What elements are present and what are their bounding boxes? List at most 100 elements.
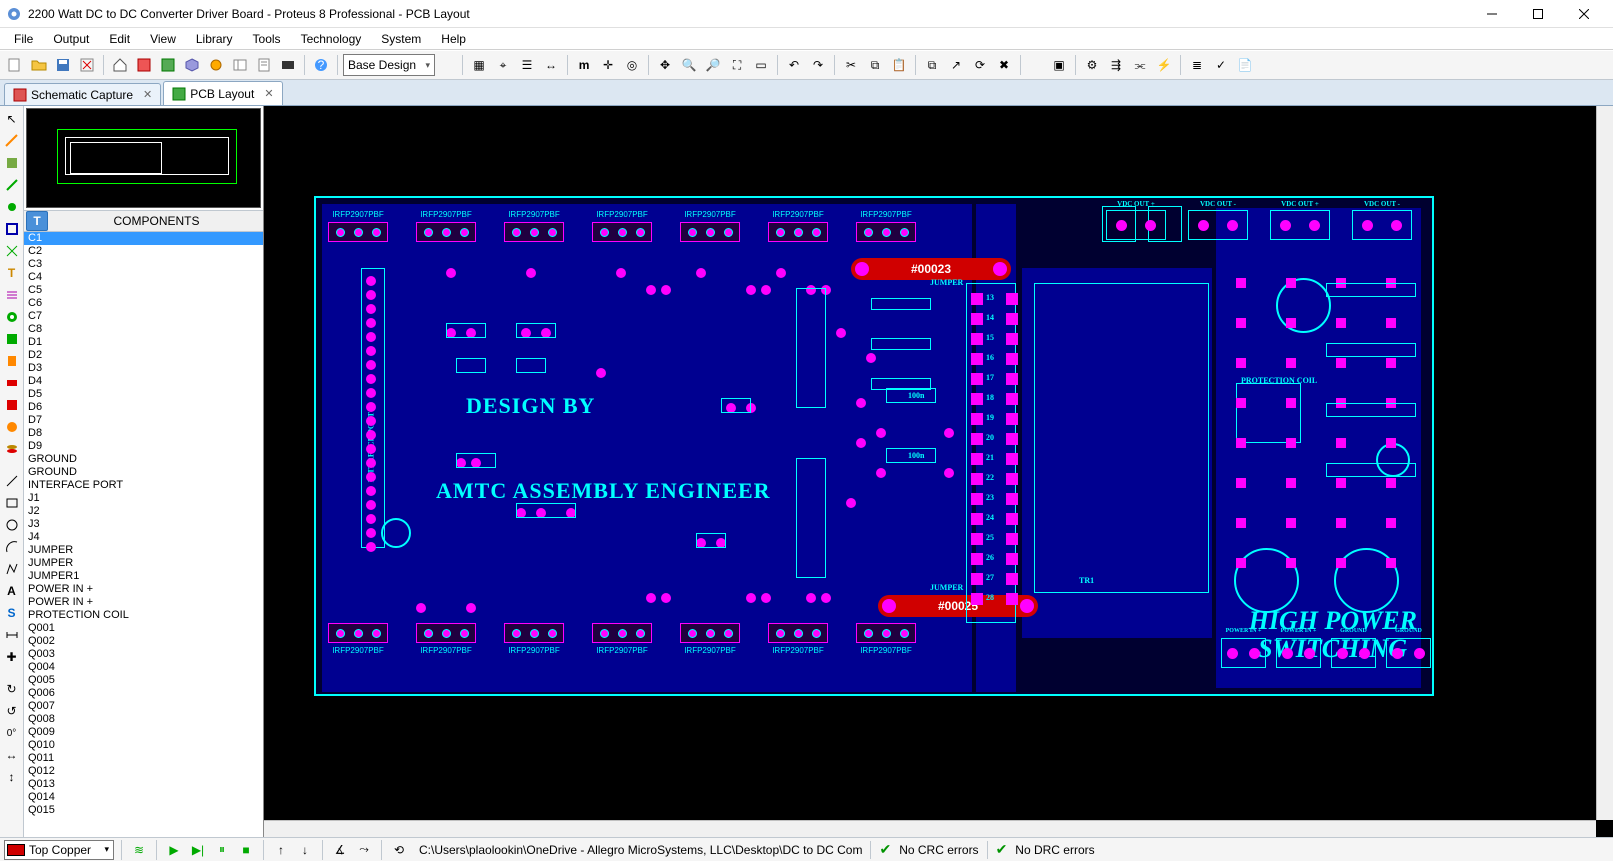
toggle-bot-icon[interactable]: ↓ bbox=[295, 840, 315, 860]
array-outline[interactable] bbox=[1326, 283, 1416, 297]
component-list-item[interactable]: JUMPER1 bbox=[24, 570, 263, 583]
design-explorer-icon[interactable] bbox=[229, 54, 251, 76]
overview-window[interactable] bbox=[26, 108, 261, 208]
component-list-item[interactable]: Q010 bbox=[24, 739, 263, 752]
component-list-item[interactable]: D5 bbox=[24, 388, 263, 401]
component-list-item[interactable]: D2 bbox=[24, 349, 263, 362]
array-pad[interactable] bbox=[1336, 478, 1346, 488]
mirror-x-icon[interactable]: ↔ bbox=[1, 744, 23, 766]
menu-help[interactable]: Help bbox=[431, 28, 476, 49]
mosfet-package[interactable] bbox=[680, 623, 740, 643]
component-list-item[interactable]: Q015 bbox=[24, 804, 263, 817]
interface-port-pad[interactable] bbox=[366, 416, 376, 426]
pad[interactable] bbox=[696, 268, 706, 278]
pad[interactable] bbox=[596, 368, 606, 378]
undo-icon[interactable]: ↶ bbox=[783, 54, 805, 76]
package-mode-icon[interactable] bbox=[1, 152, 23, 174]
array-pad[interactable] bbox=[1236, 278, 1246, 288]
header-pad[interactable] bbox=[971, 313, 983, 325]
reroute-icon[interactable]: ⟲ bbox=[389, 840, 409, 860]
layer-selector[interactable]: Top Copper bbox=[4, 840, 114, 860]
tr1-outline[interactable] bbox=[1034, 283, 1209, 593]
interface-port-pad[interactable] bbox=[366, 472, 376, 482]
object-selector-icon[interactable]: T bbox=[26, 211, 48, 231]
redo-icon[interactable]: ↷ bbox=[807, 54, 829, 76]
toggle-top-icon[interactable]: ↑ bbox=[271, 840, 291, 860]
array-pad[interactable] bbox=[1286, 478, 1296, 488]
line-2d-icon[interactable] bbox=[1, 470, 23, 492]
component-outline[interactable] bbox=[516, 503, 576, 518]
text-2d-icon[interactable]: A bbox=[1, 580, 23, 602]
interface-port-pad[interactable] bbox=[366, 514, 376, 524]
block-delete-icon[interactable]: ✖ bbox=[993, 54, 1015, 76]
interface-port-pad[interactable] bbox=[366, 528, 376, 538]
auto-trace-neck-icon[interactable]: ⤳ bbox=[354, 840, 374, 860]
interface-port-pad[interactable] bbox=[366, 360, 376, 370]
component-list-item[interactable]: Q009 bbox=[24, 726, 263, 739]
mosfet-package[interactable] bbox=[328, 222, 388, 242]
pad[interactable] bbox=[746, 593, 756, 603]
header-pad[interactable] bbox=[1006, 373, 1018, 385]
component-outline[interactable] bbox=[446, 323, 486, 338]
header-pad[interactable] bbox=[971, 333, 983, 345]
toggle-layers-icon[interactable]: ☰ bbox=[516, 54, 538, 76]
pad[interactable] bbox=[661, 285, 671, 295]
pad-polygonal-icon[interactable] bbox=[1, 416, 23, 438]
pad[interactable] bbox=[944, 428, 954, 438]
component-list-item[interactable]: Q007 bbox=[24, 700, 263, 713]
component-list-item[interactable]: Q006 bbox=[24, 687, 263, 700]
array-outline[interactable] bbox=[1326, 343, 1416, 357]
header-pad[interactable] bbox=[971, 573, 983, 585]
array-pad[interactable] bbox=[1236, 438, 1246, 448]
mosfet-package[interactable] bbox=[504, 623, 564, 643]
component-list-item[interactable]: Q008 bbox=[24, 713, 263, 726]
array-pad[interactable] bbox=[1286, 318, 1296, 328]
component-list-item[interactable]: D8 bbox=[24, 427, 263, 440]
pcb-canvas[interactable]: DESIGN BY AMTC ASSEMBLY ENGINEER HIGH PO… bbox=[264, 106, 1596, 820]
menu-tools[interactable]: Tools bbox=[243, 28, 291, 49]
pad[interactable] bbox=[746, 285, 756, 295]
arc-2d-icon[interactable] bbox=[1, 536, 23, 558]
menu-edit[interactable]: Edit bbox=[99, 28, 140, 49]
run-icon[interactable]: ▶ bbox=[164, 840, 184, 860]
rotate-ccw-icon[interactable]: ↺ bbox=[1, 700, 23, 722]
symbol-2d-icon[interactable]: S bbox=[1, 602, 23, 624]
header-pad[interactable] bbox=[1006, 513, 1018, 525]
mosfet-package[interactable] bbox=[856, 222, 916, 242]
array-pad[interactable] bbox=[1386, 558, 1396, 568]
header-pad[interactable] bbox=[1006, 333, 1018, 345]
zone-mode-icon[interactable] bbox=[1, 218, 23, 240]
menu-library[interactable]: Library bbox=[186, 28, 243, 49]
help-icon[interactable]: ? bbox=[310, 54, 332, 76]
components-list[interactable]: C1C2C3C4C5C6C7C8D1D2D3D4D5D6D7D8D9GROUND… bbox=[24, 232, 263, 837]
component-outline[interactable] bbox=[796, 458, 826, 578]
pad[interactable] bbox=[761, 285, 771, 295]
power-ground-connector[interactable] bbox=[1386, 638, 1431, 668]
rotate-cw-icon[interactable]: ↻ bbox=[1, 678, 23, 700]
pad[interactable] bbox=[446, 268, 456, 278]
pad[interactable] bbox=[876, 428, 886, 438]
header-pad[interactable] bbox=[971, 493, 983, 505]
pan-icon[interactable]: ✥ bbox=[654, 54, 676, 76]
interface-port-pad[interactable] bbox=[366, 346, 376, 356]
header-pad[interactable] bbox=[1006, 573, 1018, 585]
close-project-icon[interactable] bbox=[76, 54, 98, 76]
protection-coil-outline[interactable] bbox=[1236, 383, 1301, 443]
component-list-item[interactable]: Q005 bbox=[24, 674, 263, 687]
output-connector[interactable] bbox=[1188, 210, 1248, 240]
component-outline[interactable] bbox=[721, 398, 751, 413]
interface-port-pad[interactable] bbox=[366, 430, 376, 440]
header-pad[interactable] bbox=[1006, 413, 1018, 425]
path-2d-icon[interactable] bbox=[1, 558, 23, 580]
output-connector[interactable] bbox=[1106, 210, 1166, 240]
component-list-item[interactable]: D9 bbox=[24, 440, 263, 453]
component-list-item[interactable]: JUMPER bbox=[24, 557, 263, 570]
array-pad[interactable] bbox=[1386, 358, 1396, 368]
component-outline[interactable] bbox=[516, 323, 556, 338]
toggle-units-icon[interactable]: ↔ bbox=[540, 54, 562, 76]
pad[interactable] bbox=[646, 285, 656, 295]
mosfet-package[interactable] bbox=[328, 623, 388, 643]
mosfet-package[interactable] bbox=[592, 222, 652, 242]
component-list-item[interactable]: C1 bbox=[24, 232, 263, 245]
save-icon[interactable] bbox=[52, 54, 74, 76]
